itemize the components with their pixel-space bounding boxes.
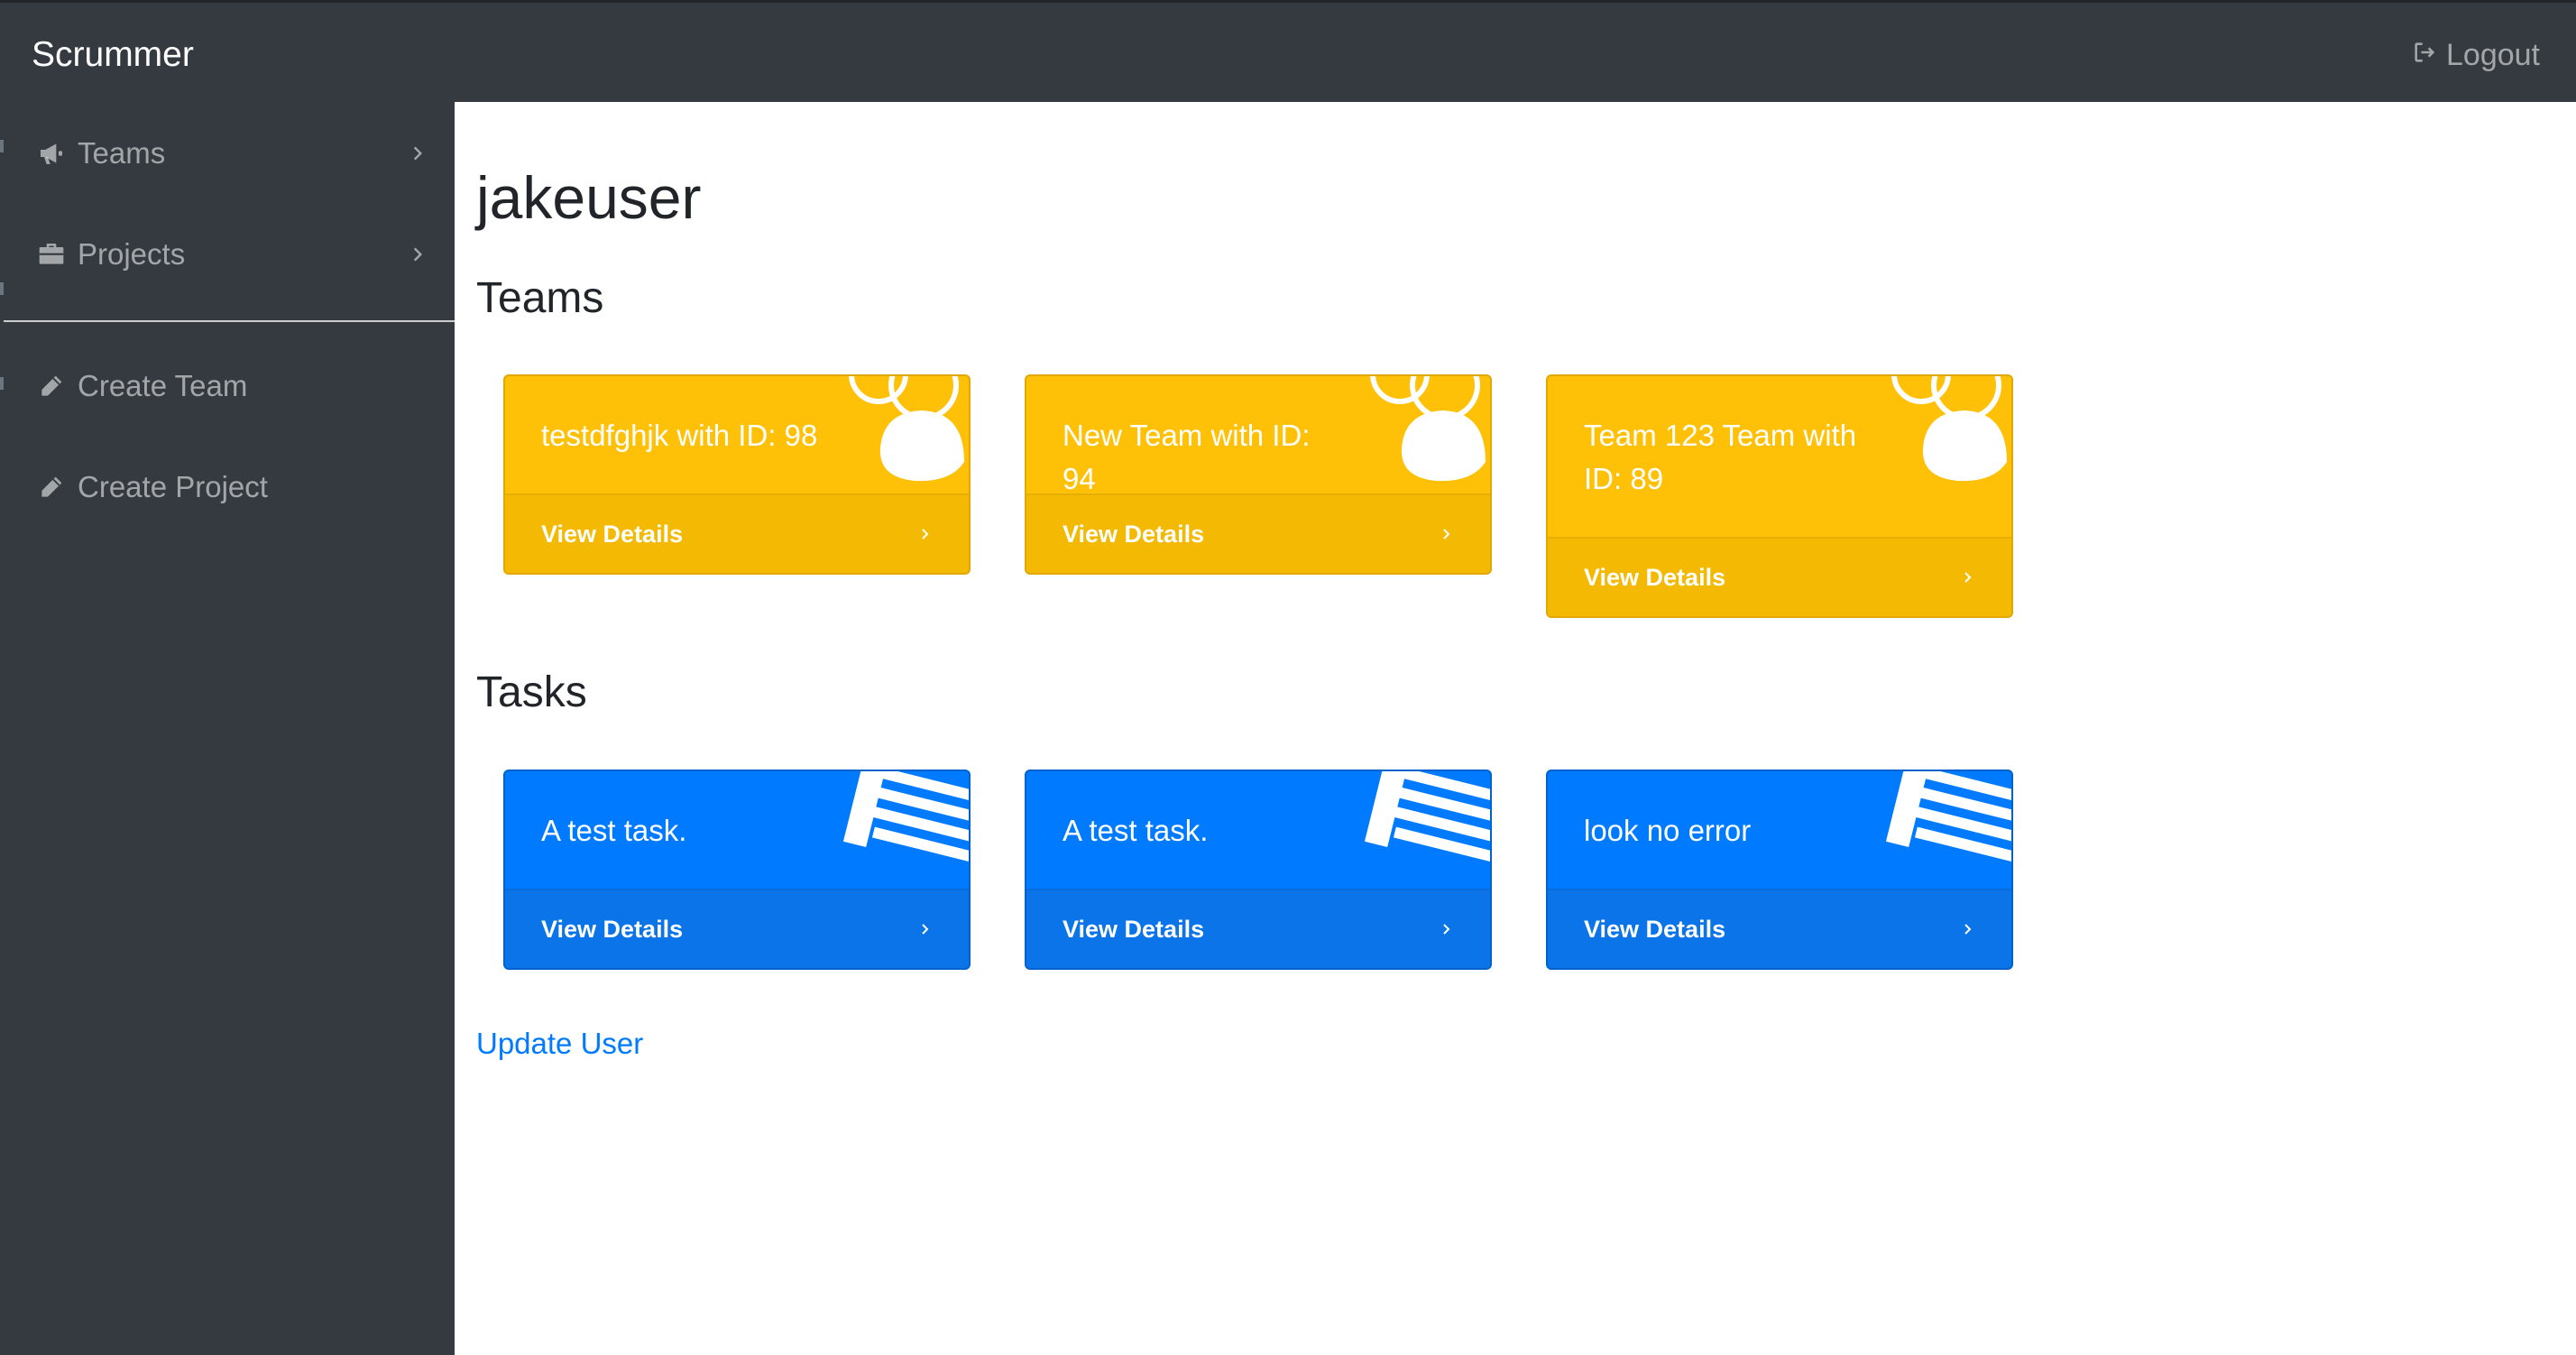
sidebar-item-label: Projects (78, 237, 186, 271)
chevron-right-icon (922, 529, 929, 539)
view-details-label: View Details (541, 915, 684, 943)
task-card-title: A test task. (541, 814, 687, 847)
view-details-link[interactable]: View Details (1548, 537, 2011, 616)
chevron-right-icon (1964, 924, 1972, 935)
view-details-label: View Details (541, 520, 684, 548)
chevron-right-icon (1443, 529, 1450, 539)
users-icon (1891, 376, 2007, 482)
task-card: A test task. View Details (503, 770, 971, 970)
chevron-right-icon (1964, 572, 1972, 583)
list-icon (842, 771, 969, 864)
update-user-link[interactable]: Update User (476, 1022, 643, 1065)
logout-label: Logout (2446, 37, 2540, 72)
pencil-icon (36, 472, 67, 502)
list-icon (1885, 771, 2011, 864)
tasks-heading: Tasks (476, 668, 587, 716)
list-icon (1364, 771, 1490, 864)
view-details-link[interactable]: View Details (1026, 493, 1490, 573)
pencil-icon (36, 371, 67, 401)
view-details-link[interactable]: View Details (505, 889, 969, 968)
task-card: look no error View Details (1546, 770, 2013, 970)
chevron-right-icon (413, 247, 423, 262)
view-details-label: View Details (1584, 915, 1726, 943)
briefcase-icon (36, 239, 67, 270)
view-details-link[interactable]: View Details (1026, 889, 1490, 968)
view-details-label: View Details (1584, 563, 1726, 591)
sidebar-item-teams[interactable]: Teams (0, 113, 455, 194)
sidebar-item-label: Teams (78, 136, 166, 170)
view-details-label: View Details (1063, 915, 1205, 943)
sidebar-item-projects[interactable]: Projects (0, 214, 455, 295)
brand-logo[interactable]: Scrummer (32, 33, 194, 77)
team-card-title: testdfghjk with ID: 98 (541, 419, 818, 452)
view-details-label: View Details (1063, 520, 1205, 548)
team-card: testdfghjk with ID: 98 View Details (503, 374, 971, 575)
top-navbar: Scrummer Logout (0, 0, 2576, 102)
chevron-right-icon (1443, 924, 1450, 935)
page-title: jakeuser (476, 164, 702, 231)
task-card: A test task. View Details (1025, 770, 1492, 970)
team-card-title: New Team with ID: 94 (1063, 419, 1311, 495)
users-icon (1370, 376, 1486, 482)
teams-heading: Teams (476, 274, 604, 322)
chevron-right-icon (922, 924, 929, 935)
sign-out-icon (2412, 38, 2437, 73)
sidebar-item-create-project[interactable]: Create Project (0, 447, 455, 528)
main-content: jakeuser Teams testdfghjk with ID: 98 Vi… (455, 102, 2576, 1355)
sidebar-item-create-team[interactable]: Create Team (0, 346, 455, 427)
chevron-right-icon (413, 146, 423, 161)
team-card-title: Team 123 Team with ID: 89 (1584, 419, 1857, 495)
bullhorn-icon (36, 138, 67, 169)
users-icon (849, 376, 964, 482)
view-details-link[interactable]: View Details (1548, 889, 2011, 968)
view-details-link[interactable]: View Details (505, 493, 969, 573)
task-card-title: A test task. (1063, 814, 1209, 847)
sidebar-divider (4, 320, 455, 322)
task-card-title: look no error (1584, 814, 1752, 847)
sidebar: Teams Projects Create Team Create Projec… (0, 102, 455, 1355)
sidebar-item-label: Create Project (78, 470, 268, 503)
logout-button[interactable]: Logout (2412, 35, 2540, 75)
sidebar-item-label: Create Team (78, 369, 248, 402)
team-card: New Team with ID: 94 View Details (1025, 374, 1492, 575)
team-card: Team 123 Team with ID: 89 View Details (1546, 374, 2013, 618)
